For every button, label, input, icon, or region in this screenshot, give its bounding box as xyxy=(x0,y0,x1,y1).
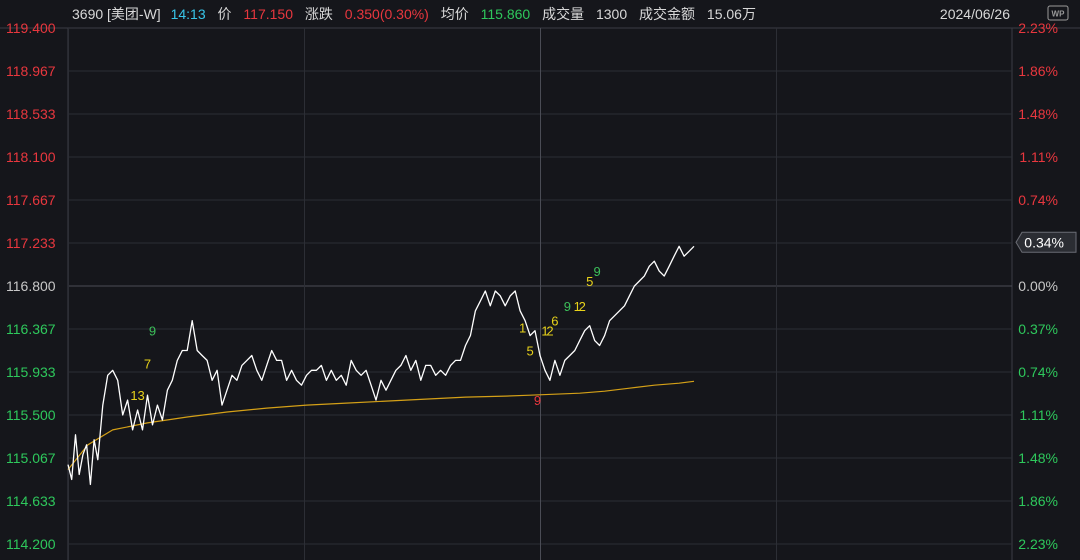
avg-value: 115.860 xyxy=(481,6,531,22)
left-tick-label: 114.200 xyxy=(6,536,56,552)
svg-text:WP: WP xyxy=(1052,10,1066,19)
time-value: 14:13 xyxy=(171,6,206,22)
price-label: 价 xyxy=(218,6,232,22)
signal-marker: 2 xyxy=(579,299,586,314)
left-tick-label: 117.233 xyxy=(6,235,56,251)
right-tick-label: 1.11% xyxy=(1019,407,1058,423)
date-value: 2024/06/26 xyxy=(940,6,1010,22)
change-label: 涨跌 xyxy=(305,6,333,22)
right-tick-label: 0.37% xyxy=(1018,321,1058,337)
left-tick-label: 116.800 xyxy=(6,278,56,294)
right-tick-label: 1.48% xyxy=(1018,106,1058,122)
signal-marker: 13 xyxy=(130,388,144,403)
price-value: 117.150 xyxy=(243,6,293,22)
signal-marker: 6 xyxy=(551,314,558,329)
left-tick-label: 117.667 xyxy=(6,192,56,208)
left-tick-label: 116.367 xyxy=(6,321,56,337)
left-tick-label: 115.933 xyxy=(6,364,56,380)
signal-marker: 7 xyxy=(144,356,151,371)
right-tick-label: 0.74% xyxy=(1018,364,1058,380)
signal-marker: 9 xyxy=(149,324,156,339)
avg-label: 均价 xyxy=(441,6,469,22)
right-tick-label: 0.00% xyxy=(1018,278,1058,294)
signal-marker: 5 xyxy=(526,344,533,359)
signal-marker: 5 xyxy=(586,274,593,289)
amount-label: 成交金额 xyxy=(639,6,695,22)
right-tick-label: 1.86% xyxy=(1018,493,1058,509)
left-tick-label: 115.067 xyxy=(6,450,56,466)
stock-name: [美团-W] xyxy=(107,6,161,22)
right-tick-label: 0.74% xyxy=(1018,192,1058,208)
right-tick-label: 1.11% xyxy=(1019,149,1058,165)
right-tick-label: 1.86% xyxy=(1018,63,1058,79)
current-value-badge-text: 0.34% xyxy=(1024,234,1064,250)
amount-value: 15.06万 xyxy=(707,6,756,22)
stock-code: 3690 xyxy=(72,6,103,22)
header-line: 3690 [美团-W] 14:13 价 117.150 涨跌 0.350(0.3… xyxy=(72,6,756,22)
volume-label: 成交量 xyxy=(542,6,584,22)
signal-marker: 9 xyxy=(534,393,541,408)
left-tick-label: 115.500 xyxy=(6,407,56,423)
volume-value: 1300 xyxy=(596,6,627,22)
change-value: 0.350(0.30%) xyxy=(345,6,429,22)
left-tick-label: 114.633 xyxy=(6,493,56,509)
signal-marker: 9 xyxy=(564,299,571,314)
signal-marker: 9 xyxy=(594,264,601,279)
left-tick-label: 118.100 xyxy=(6,149,56,165)
current-value-badge: 0.34% xyxy=(1015,231,1077,253)
right-tick-label: 2.23% xyxy=(1018,20,1058,36)
left-tick-label: 118.967 xyxy=(6,63,56,79)
left-tick-label: 119.400 xyxy=(6,20,56,36)
right-tick-label: 2.23% xyxy=(1018,536,1058,552)
left-tick-label: 118.533 xyxy=(6,106,56,122)
signal-marker: 1 xyxy=(519,321,526,336)
right-tick-label: 1.48% xyxy=(1018,450,1058,466)
intraday-chart: 3690 [美团-W] 14:13 价 117.150 涨跌 0.350(0.3… xyxy=(0,0,1080,560)
